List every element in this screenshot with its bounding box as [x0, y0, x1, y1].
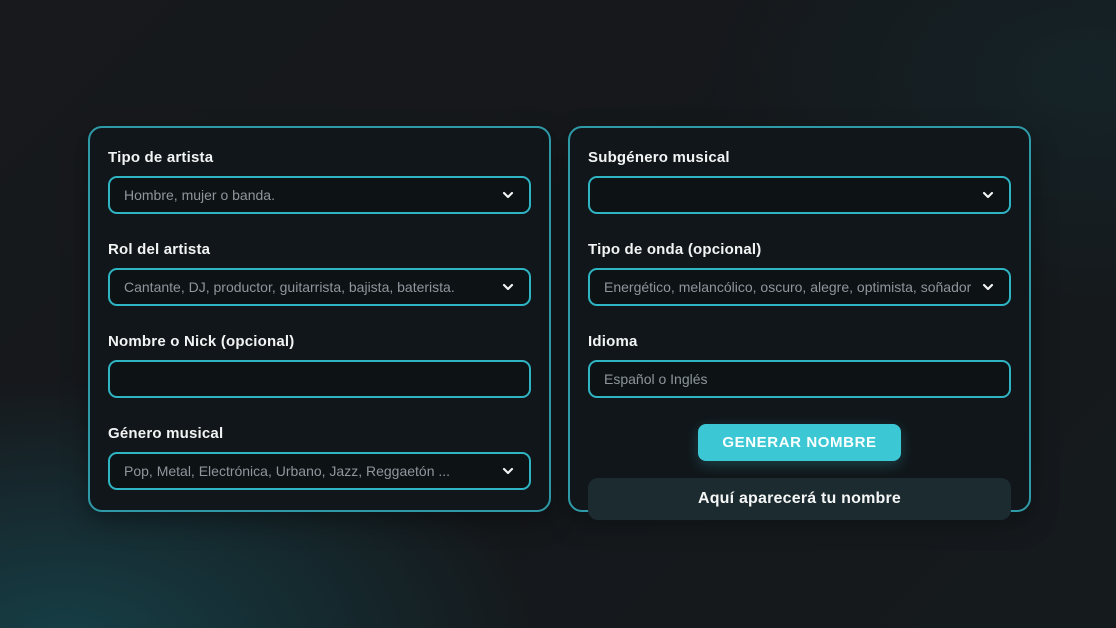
generated-name-result: Aquí aparecerá tu nombre — [588, 478, 1011, 520]
form-cards-row: Tipo de artista Hombre, mujer o banda. R… — [88, 126, 1031, 512]
subgenero-musical-select[interactable] — [588, 176, 1011, 214]
rol-del-artista-label: Rol del artista — [108, 240, 531, 259]
chevron-down-icon — [499, 186, 517, 204]
field-rol-del-artista: Rol del artista Cantante, DJ, productor,… — [108, 240, 531, 306]
tipo-de-artista-select[interactable]: Hombre, mujer o banda. — [108, 176, 531, 214]
field-nombre-o-nick: Nombre o Nick (opcional) — [108, 332, 531, 398]
rol-del-artista-placeholder: Cantante, DJ, productor, guitarrista, ba… — [124, 279, 491, 295]
field-subgenero-musical: Subgénero musical — [588, 148, 1011, 214]
chevron-down-icon — [499, 462, 517, 480]
field-tipo-de-onda: Tipo de onda (opcional) Energético, mela… — [588, 240, 1011, 306]
chevron-down-icon — [979, 186, 997, 204]
idioma-input[interactable] — [588, 360, 1011, 398]
generator-options-card: Subgénero musical Tipo de onda (opcional… — [568, 126, 1031, 512]
genero-musical-label: Género musical — [108, 424, 531, 443]
tipo-de-onda-select[interactable]: Energético, melancólico, oscuro, alegre,… — [588, 268, 1011, 306]
subgenero-musical-label: Subgénero musical — [588, 148, 1011, 167]
tipo-de-artista-label: Tipo de artista — [108, 148, 531, 167]
tipo-de-onda-label: Tipo de onda (opcional) — [588, 240, 1011, 259]
tipo-de-onda-placeholder: Energético, melancólico, oscuro, alegre,… — [604, 279, 971, 295]
tipo-de-artista-placeholder: Hombre, mujer o banda. — [124, 187, 491, 203]
idioma-label: Idioma — [588, 332, 1011, 351]
nombre-o-nick-input[interactable] — [108, 360, 531, 398]
generated-name-placeholder-text: Aquí aparecerá tu nombre — [698, 490, 901, 508]
field-idioma: Idioma — [588, 332, 1011, 398]
field-tipo-de-artista: Tipo de artista Hombre, mujer o banda. — [108, 148, 531, 214]
rol-del-artista-select[interactable]: Cantante, DJ, productor, guitarrista, ba… — [108, 268, 531, 306]
chevron-down-icon — [499, 278, 517, 296]
generate-name-button[interactable]: GENERAR NOMBRE — [698, 424, 900, 461]
genero-musical-placeholder: Pop, Metal, Electrónica, Urbano, Jazz, R… — [124, 463, 491, 479]
chevron-down-icon — [979, 278, 997, 296]
genero-musical-select[interactable]: Pop, Metal, Electrónica, Urbano, Jazz, R… — [108, 452, 531, 490]
nombre-o-nick-label: Nombre o Nick (opcional) — [108, 332, 531, 351]
field-genero-musical: Género musical Pop, Metal, Electrónica, … — [108, 424, 531, 490]
artist-details-card: Tipo de artista Hombre, mujer o banda. R… — [88, 126, 551, 512]
page-background: Tipo de artista Hombre, mujer o banda. R… — [0, 0, 1116, 628]
